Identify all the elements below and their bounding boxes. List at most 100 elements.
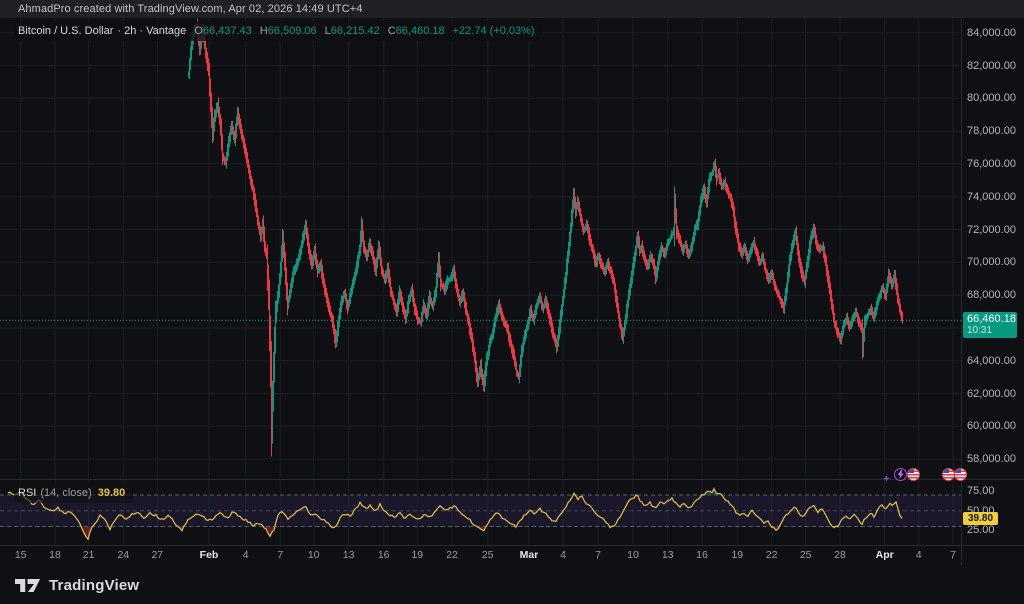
candle-body [205, 45, 206, 53]
candle-body [360, 238, 361, 249]
candle-body [797, 240, 798, 248]
candle-body [554, 336, 555, 340]
candle-body [321, 266, 322, 272]
tradingview-logo-icon[interactable] [15, 577, 41, 594]
candle-body [478, 377, 479, 382]
candle-body [295, 267, 296, 270]
us-flag-icon[interactable] [954, 468, 967, 481]
candle-body [787, 278, 788, 287]
time-tick-label: 7 [263, 549, 297, 561]
candle-body [638, 236, 639, 243]
candle-body [781, 300, 782, 303]
candle-body [300, 249, 301, 254]
candle-body [494, 323, 495, 328]
candle-body [720, 178, 721, 182]
candle-body [686, 244, 687, 248]
candle-body [485, 369, 486, 378]
candle-body [317, 264, 318, 271]
sparkle-icon[interactable] [883, 469, 890, 487]
candle-body [586, 225, 587, 227]
candle-body [457, 289, 458, 293]
candle-body [215, 113, 216, 117]
us-flag-icon[interactable] [907, 468, 920, 481]
candle-body [784, 301, 785, 308]
candle-body [679, 237, 680, 241]
candle-body [255, 201, 256, 207]
candle-body [326, 293, 327, 298]
us-flag-icon [954, 468, 967, 481]
candle-body [877, 302, 878, 305]
price-tick-label: 82,000.00 [967, 60, 1016, 72]
candle-body [902, 317, 903, 321]
candle-body [599, 256, 600, 259]
candle-body [827, 269, 828, 276]
candle-body [216, 109, 217, 113]
candle-body [442, 285, 443, 287]
candle-body [438, 261, 439, 271]
candle-body [676, 216, 677, 229]
candle-body [656, 272, 657, 277]
candle-body [689, 252, 690, 255]
candle-body [349, 298, 350, 303]
candle-body [217, 105, 218, 109]
candle-body [763, 257, 764, 261]
candle-body [786, 287, 787, 294]
price-tick-label: 74,000.00 [967, 191, 1016, 203]
candle-body [617, 302, 618, 309]
time-tick-label: 16 [367, 549, 401, 561]
candle-body [541, 300, 542, 304]
candle-body [212, 118, 213, 134]
candle-body [862, 330, 863, 348]
rsi-tick-label: 75.00 [967, 485, 995, 497]
candle-body [840, 337, 841, 339]
candle-body [479, 371, 480, 376]
candle-body [597, 258, 598, 261]
candle-body [899, 302, 900, 307]
candle-body [741, 251, 742, 254]
candle-body [635, 250, 636, 257]
candle-body [897, 290, 898, 297]
candle-body [394, 302, 395, 305]
candle-body [653, 262, 654, 265]
candle-body [870, 308, 871, 310]
candle-body [218, 105, 219, 113]
time-tick-label: 16 [685, 549, 719, 561]
symbol-title[interactable]: Bitcoin / U.S. Dollar [18, 25, 113, 37]
candle-body [230, 132, 231, 137]
candle-body [476, 367, 477, 375]
candle-body [788, 269, 789, 278]
candle-body [828, 275, 829, 282]
candle-body [682, 248, 683, 251]
candle-body [448, 280, 449, 281]
candle-body [555, 339, 556, 343]
chart-canvas[interactable] [0, 0, 1024, 604]
candle-body [808, 254, 809, 261]
candle-body [746, 251, 747, 255]
candle-body [817, 244, 818, 246]
rsi-current-value: 39.80 [98, 487, 126, 499]
candle-body [327, 298, 328, 302]
economic-event-lightning-icon[interactable] [894, 468, 907, 481]
candle-body [754, 243, 755, 246]
candle-body [355, 272, 356, 276]
candle-body [892, 282, 893, 285]
candle-body [441, 284, 442, 286]
candle-body [803, 275, 804, 278]
candle-body [379, 248, 380, 255]
candle-body [357, 261, 358, 267]
candle-body [336, 336, 337, 343]
candle-body [692, 241, 693, 246]
candle-body [710, 176, 711, 178]
candle-body [747, 255, 748, 259]
candle-body [771, 274, 772, 276]
candle-body [823, 246, 824, 251]
rsi-name[interactable]: RSI [18, 487, 36, 499]
candle-body [389, 276, 390, 283]
candle-body [243, 138, 244, 142]
tradingview-brand[interactable]: TradingView [49, 577, 139, 594]
candle-body [232, 126, 233, 130]
time-tick-label: 4 [546, 549, 580, 561]
candle-body [346, 298, 347, 303]
candle-body [334, 330, 335, 337]
candle-body [482, 373, 483, 380]
